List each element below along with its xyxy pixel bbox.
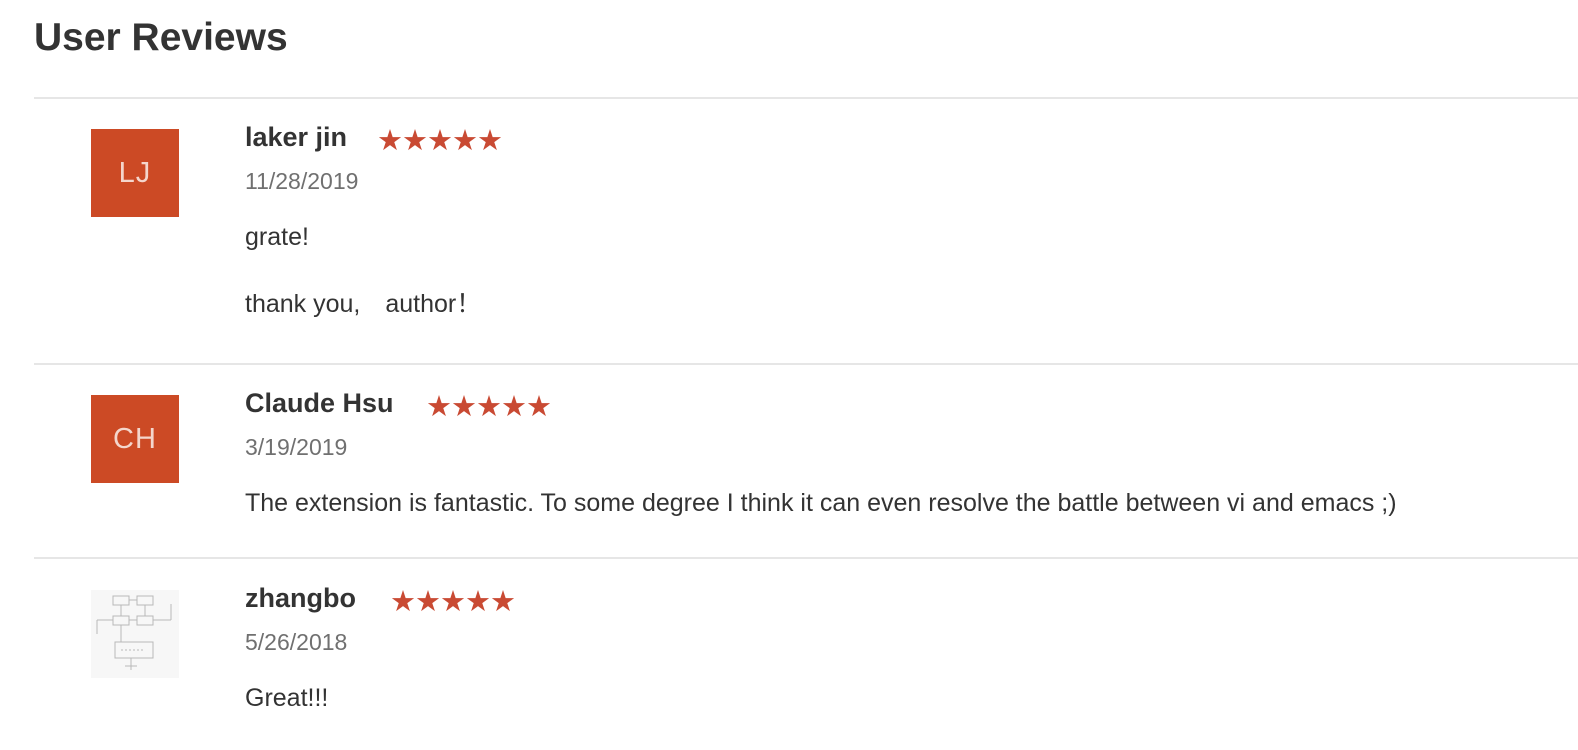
user-reviews-page: User Reviews LJ laker jin ★★★★★ 11/28/20… — [0, 0, 1578, 750]
avatar — [91, 590, 179, 678]
reviewer-name[interactable]: laker jin — [245, 121, 347, 153]
avatar: LJ — [91, 129, 179, 217]
review-date: 3/19/2019 — [245, 434, 348, 460]
star-rating: ★★★★★ — [426, 391, 552, 423]
star-rating: ★★★★★ — [377, 125, 503, 157]
diagram-thumbnail-icon — [96, 595, 172, 670]
divider — [34, 363, 1578, 365]
review-date: 11/28/2019 — [245, 168, 359, 194]
divider — [34, 97, 1578, 99]
section-title: User Reviews — [34, 16, 288, 59]
avatar: CH — [91, 395, 179, 483]
review-text: grate! — [245, 223, 309, 251]
star-rating: ★★★★★ — [390, 586, 516, 618]
review-text: The extension is fantastic. To some degr… — [245, 489, 1397, 517]
reviewer-name[interactable]: Claude Hsu — [245, 387, 394, 419]
review-text: thank you, author！ — [245, 290, 482, 318]
review-date: 5/26/2018 — [245, 629, 348, 655]
avatar-initials: CH — [113, 422, 157, 455]
avatar-initials: LJ — [118, 156, 152, 189]
reviewer-name[interactable]: zhangbo — [245, 582, 356, 614]
review-text: Great!!! — [245, 684, 329, 712]
divider — [34, 557, 1578, 559]
